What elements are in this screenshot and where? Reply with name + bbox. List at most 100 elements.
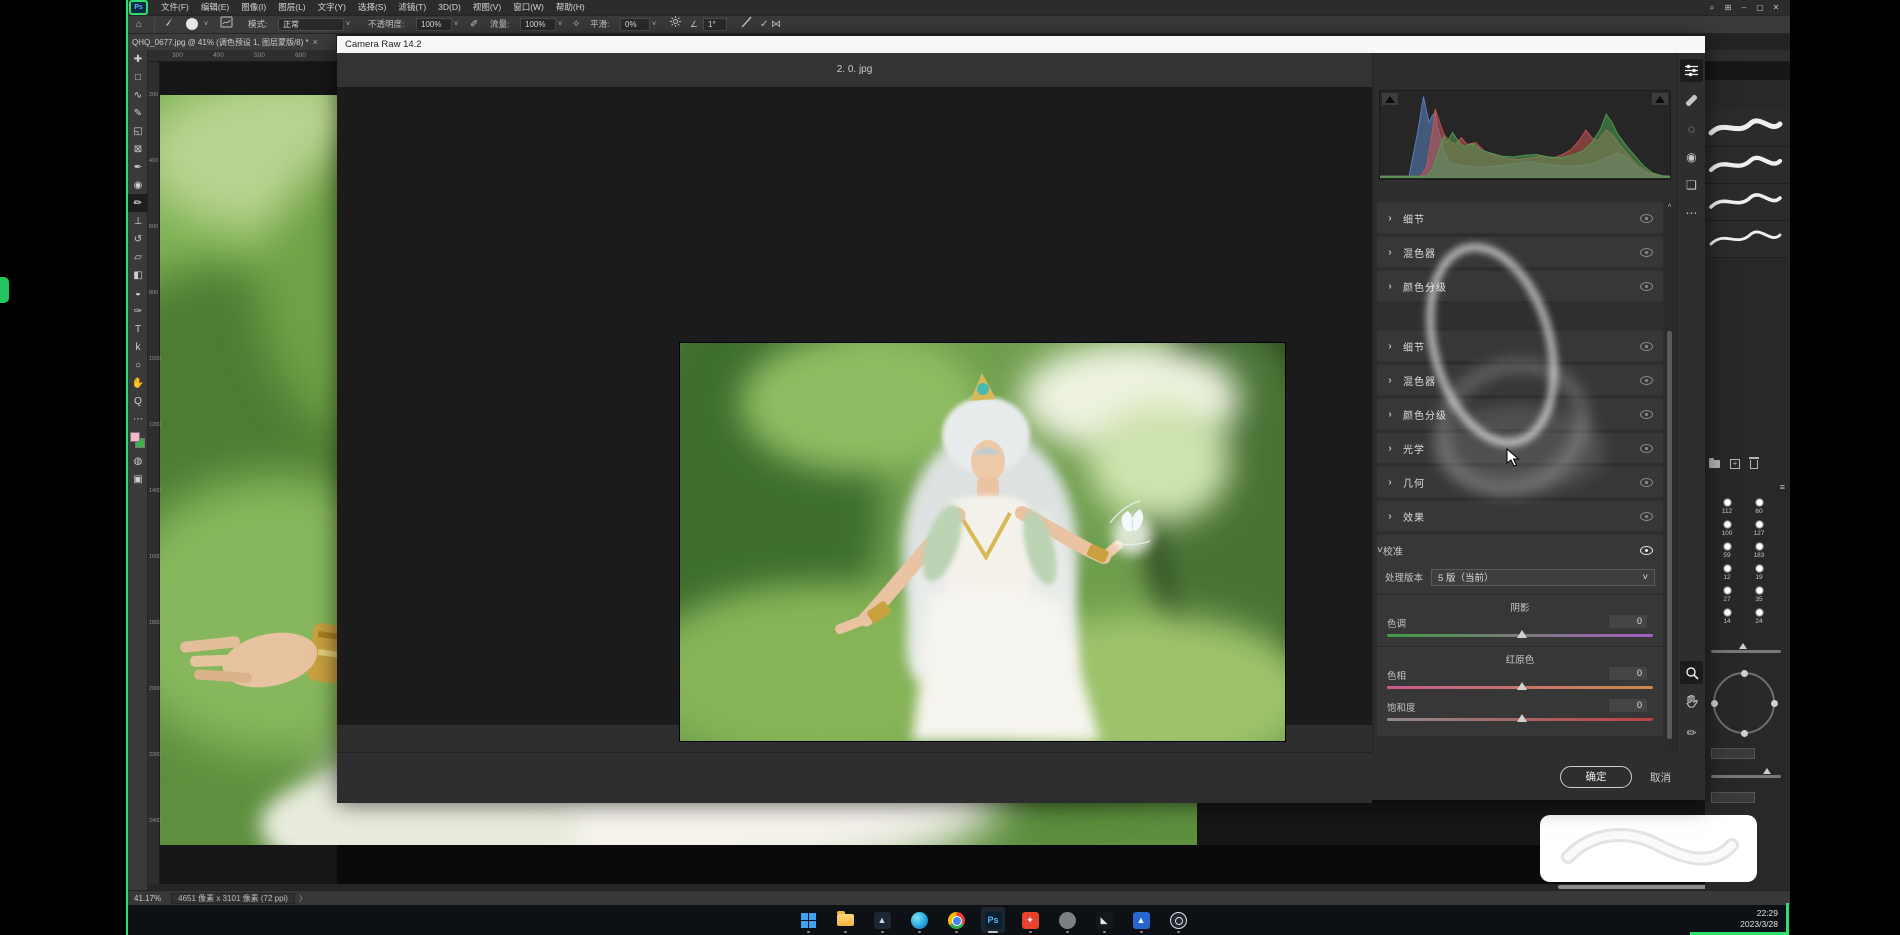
quick-selection-tool[interactable]: ✎ <box>128 104 148 122</box>
slider-value[interactable]: 0 <box>1609 615 1647 628</box>
camera-raw-titlebar[interactable]: Camera Raw 14.2 <box>337 36 1705 53</box>
healing-brush-tool[interactable]: ◉ <box>128 176 148 194</box>
frame-tool[interactable]: ⊠ <box>128 140 148 158</box>
status-zoom[interactable]: 41.17% <box>134 894 161 903</box>
zoom-icon[interactable] <box>1680 661 1703 684</box>
type-tool[interactable]: T <box>128 320 148 338</box>
mode-dropdown-icon[interactable]: ˅ <box>346 16 350 33</box>
brush-preset-icon[interactable] <box>186 18 198 30</box>
shape-tool[interactable]: ○ <box>128 356 148 374</box>
visibility-eye-icon[interactable] <box>1640 512 1653 521</box>
hand-tool[interactable]: ✋ <box>128 374 148 392</box>
slider-thumb[interactable] <box>1517 714 1527 722</box>
menu-item-3[interactable]: 图层(L) <box>272 0 311 15</box>
taskbar-gray-app[interactable] <box>1055 907 1079 933</box>
section-3[interactable]: ›细节 <box>1377 331 1663 361</box>
menu-item-6[interactable]: 滤镜(T) <box>392 0 432 15</box>
angle-value[interactable]: 1° <box>703 18 727 31</box>
taskbar-clock[interactable]: 22:29 2023/3/28 <box>1740 908 1778 930</box>
smoothing-value[interactable]: 0% <box>620 18 650 31</box>
taskbar-red-app[interactable]: ✦ <box>1018 907 1042 933</box>
taskbar-edge[interactable] <box>907 907 931 933</box>
ok-button[interactable]: 确定 <box>1560 766 1632 788</box>
visibility-eye-icon[interactable] <box>1640 478 1653 487</box>
brush-preset[interactable]: 14 <box>1711 608 1743 630</box>
tablet-pressure-icon[interactable] <box>740 16 753 33</box>
section-4[interactable]: ›混色器 <box>1377 365 1663 395</box>
taskbar-photoshop[interactable]: Ps <box>981 907 1005 933</box>
eyedropper-tool[interactable]: ✒ <box>128 158 148 176</box>
section-8[interactable]: ›效果 <box>1377 501 1663 531</box>
mode-select[interactable]: 正常 <box>278 18 344 31</box>
slider-track[interactable] <box>1387 686 1653 689</box>
marquee-tool[interactable]: □ <box>128 68 148 86</box>
brush-stroke-thumb[interactable] <box>1705 184 1790 221</box>
opacity-value[interactable]: 100% <box>416 18 452 31</box>
slider-thumb[interactable] <box>1517 682 1527 690</box>
edit-icon[interactable] <box>1680 59 1703 82</box>
tab-close-icon[interactable]: × <box>313 37 318 47</box>
color-swatches[interactable] <box>128 430 148 452</box>
histogram[interactable] <box>1379 90 1671 180</box>
pen-tool[interactable]: ✑ <box>128 302 148 320</box>
menu-item-10[interactable]: 帮助(H) <box>550 0 591 15</box>
red-eye-icon[interactable]: ◉ <box>1680 145 1703 168</box>
brush-preset[interactable]: 27 <box>1711 586 1743 608</box>
taskbar-chrome[interactable] <box>944 907 968 933</box>
brush-stroke-thumb[interactable] <box>1705 147 1790 184</box>
brush-preset[interactable]: 112 <box>1711 498 1743 520</box>
menu-item-9[interactable]: 窗口(W) <box>507 0 550 15</box>
brush-settings-panel-icon[interactable] <box>220 16 233 33</box>
menu-item-2[interactable]: 图像(I) <box>235 0 272 15</box>
lasso-tool[interactable]: ∿ <box>128 86 148 104</box>
clone-stamp-tool[interactable]: ⊥ <box>128 212 148 230</box>
paint-symmetry-icon[interactable]: ✓ ⋈ <box>760 16 781 33</box>
brush-tool-icon[interactable] <box>162 16 174 33</box>
gradient-tool[interactable]: ◧ <box>128 266 148 284</box>
cancel-button[interactable]: 取消 <box>1650 770 1671 785</box>
panel-value-box[interactable] <box>1711 748 1755 759</box>
brush-preset[interactable]: 100 <box>1711 520 1743 542</box>
minimize-icon[interactable]: – <box>1736 0 1752 15</box>
panel-value-box-2[interactable] <box>1711 792 1755 803</box>
menu-item-4[interactable]: 文字(Y) <box>312 0 352 15</box>
status-chevron-icon[interactable]: 〉 <box>299 893 307 904</box>
panel-slider-2[interactable] <box>1711 775 1781 778</box>
taskbar-start[interactable] <box>796 907 820 933</box>
slider-value[interactable]: 0 <box>1609 667 1647 680</box>
brush-preset[interactable]: 35 <box>1743 586 1775 608</box>
opacity-dropdown-icon[interactable]: ˅ <box>454 16 458 33</box>
visibility-eye-icon[interactable] <box>1640 444 1653 453</box>
taskbar-photos[interactable]: ▲ <box>870 907 894 933</box>
slider-track[interactable] <box>1387 634 1653 637</box>
brush-preset[interactable]: 183 <box>1743 542 1775 564</box>
close-icon[interactable]: ✕ <box>1768 0 1784 15</box>
menu-item-8[interactable]: 视图(V) <box>467 0 507 15</box>
pressure-opacity-icon[interactable]: ✐ <box>470 16 478 33</box>
camera-raw-preview-area[interactable]: 适应（47%） 30% ˅ ▣ ◫ <box>337 87 1372 725</box>
section-6[interactable]: ›光学 <box>1377 433 1663 463</box>
brush-preset[interactable]: 60 <box>1743 498 1775 520</box>
section-1[interactable]: ›混色器 <box>1377 237 1663 267</box>
smoothing-gear-icon[interactable] <box>670 16 681 33</box>
adjust-brush-icon[interactable]: ✏ <box>1680 721 1703 744</box>
panel-scrollbar[interactable]: ˄ ˅ <box>1665 203 1674 763</box>
smoothing-dropdown-icon[interactable]: ˅ <box>652 16 656 33</box>
eraser-tool[interactable]: ▱ <box>128 248 148 266</box>
taskbar-dark-app[interactable]: ◣ <box>1092 907 1116 933</box>
visibility-eye-icon[interactable] <box>1640 376 1653 385</box>
new-group-icon[interactable] <box>1709 460 1720 468</box>
screen-mode[interactable]: ▣ <box>128 470 148 488</box>
menu-item-1[interactable]: 编辑(E) <box>195 0 235 15</box>
taskbar-obs[interactable] <box>1166 907 1190 933</box>
move-tool[interactable]: ✚ <box>128 50 148 68</box>
process-version-select[interactable]: 5 版（当前）˅ <box>1431 569 1655 586</box>
section-5[interactable]: ›颜色分级 <box>1377 399 1663 429</box>
delete-icon[interactable] <box>1750 460 1758 469</box>
brush-tool[interactable]: ✏ <box>128 194 148 212</box>
foreground-color-swatch[interactable] <box>130 432 140 442</box>
brush-preset[interactable]: 127 <box>1743 520 1775 542</box>
brush-preset-dropdown-icon[interactable]: ˅ <box>204 16 208 33</box>
new-brush-icon[interactable]: + <box>1730 459 1740 469</box>
taskbar-file-explorer[interactable] <box>833 907 857 933</box>
